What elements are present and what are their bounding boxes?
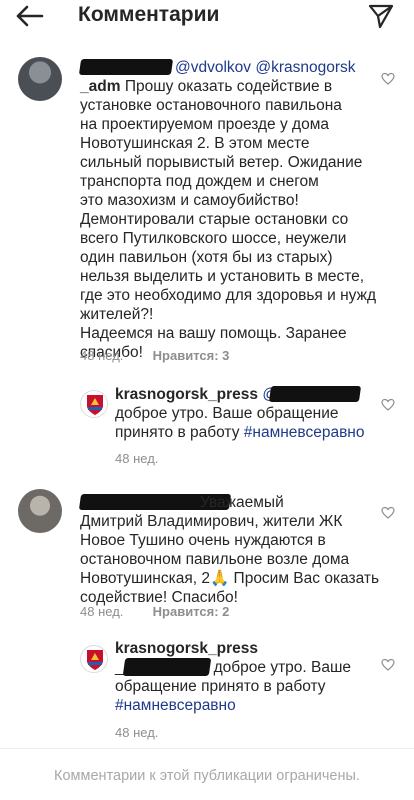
divider xyxy=(0,748,414,749)
reply-2-meta: 48 нед. xyxy=(115,725,158,740)
comment-time: 48 нед. xyxy=(80,348,124,363)
redacted-mention xyxy=(268,386,362,402)
heart-icon[interactable] xyxy=(381,72,395,86)
comment-time: 48 нед. xyxy=(115,725,159,740)
comment-1-text: @vdvolkov @krasnogorsk _adm Прошу оказат… xyxy=(80,59,376,361)
reply-2-text: krasnogorsk_press _ доброе утро. Ваше обр… xyxy=(115,639,385,715)
reply-2-username[interactable]: krasnogorsk_press xyxy=(115,640,258,657)
top-bar: Комментарии xyxy=(0,0,414,34)
comment-time: 48 нед. xyxy=(115,451,159,466)
coat-of-arms-icon xyxy=(87,650,103,670)
krasnogorsk-logo-avatar[interactable] xyxy=(80,645,108,673)
hashtag-link[interactable]: #намневсеравно xyxy=(244,424,365,441)
coat-of-arms-icon xyxy=(87,395,103,415)
likes-count[interactable]: Нравится: 3 xyxy=(153,348,230,363)
back-arrow-icon[interactable] xyxy=(14,4,44,28)
page-title: Комментарии xyxy=(78,3,220,26)
comment-1-mentions[interactable]: @vdvolkov @krasnogorsk xyxy=(175,59,356,76)
hashtag-link[interactable]: #намневсеравно xyxy=(115,696,385,715)
comment-1-username[interactable]: _adm xyxy=(80,78,121,95)
comment-2-text: Уважаемый Дмитрий Владимирович, жители Ж… xyxy=(80,494,380,606)
krasnogorsk-logo-avatar[interactable] xyxy=(80,390,108,418)
heart-icon[interactable] xyxy=(381,506,395,520)
heart-icon[interactable] xyxy=(381,398,395,412)
reply-1-meta: 48 нед. xyxy=(115,451,158,466)
reply-1-username[interactable]: krasnogorsk_press xyxy=(115,386,258,403)
send-icon[interactable] xyxy=(368,3,394,29)
avatar[interactable] xyxy=(18,489,62,533)
comment-1-meta: 48 нед. Нравится: 3 xyxy=(80,348,229,363)
likes-count[interactable]: Нравится: 2 xyxy=(153,604,230,619)
heart-icon[interactable] xyxy=(381,658,395,672)
comments-limited-notice: Комментарии к этой публикации ограничены… xyxy=(54,768,360,784)
redacted-mention xyxy=(122,658,212,676)
comment-time: 48 нед. xyxy=(80,604,124,619)
avatar[interactable] xyxy=(18,57,62,101)
comment-2-meta: 48 нед. Нравится: 2 xyxy=(80,604,229,619)
